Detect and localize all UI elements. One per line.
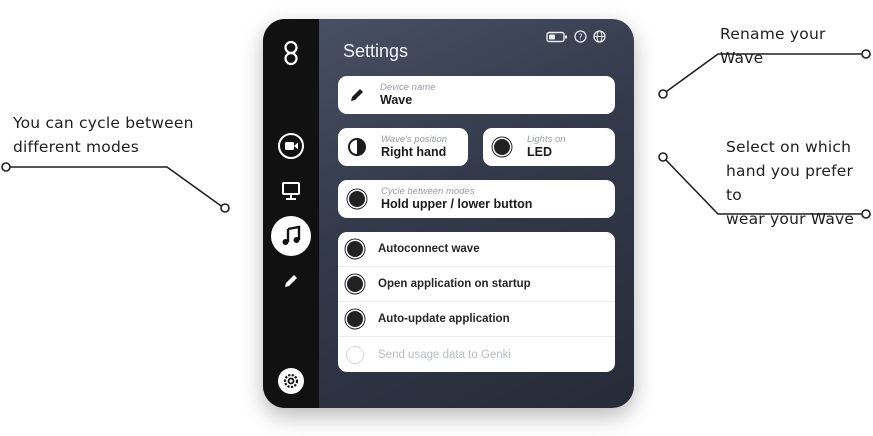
rename-dot-left <box>658 89 668 99</box>
wave-position-selector[interactable]: Wave's position Right hand <box>338 128 468 166</box>
settings-window: Settings ? Device name Wave Wave's posit… <box>263 19 634 408</box>
device-name-text: Device name Wave <box>380 82 435 108</box>
cycle-modes-connector <box>6 166 225 209</box>
status-icons: ? <box>546 30 606 43</box>
globe-icon[interactable] <box>593 30 606 43</box>
option-open-on-startup[interactable]: Open application on startup <box>338 267 615 302</box>
cycle-modes-dot-left <box>1 162 11 172</box>
option-label: Auto-update application <box>378 313 510 325</box>
radio-dot-icon <box>494 139 510 155</box>
cycle-modes-value: Hold upper / lower button <box>381 197 533 211</box>
cycle-modes-dot-right <box>220 203 230 213</box>
device-name-value: Wave <box>380 93 413 107</box>
radio-dot-icon <box>349 191 365 207</box>
option-auto-update[interactable]: Auto-update application <box>338 302 615 337</box>
help-icon[interactable]: ? <box>574 30 587 43</box>
gear-icon[interactable] <box>271 361 311 401</box>
checkbox-checked[interactable] <box>347 276 363 292</box>
logo-icon[interactable] <box>271 33 311 73</box>
options-list: Autoconnect wave Open application on sta… <box>338 232 615 372</box>
wave-position-text: Wave's position Right hand <box>381 134 447 160</box>
battery-icon <box>546 31 567 42</box>
option-label: Open application on startup <box>378 278 531 290</box>
monitor-icon[interactable] <box>271 171 311 211</box>
option-autoconnect[interactable]: Autoconnect wave <box>338 232 615 267</box>
sidebar <box>263 19 319 408</box>
cycle-modes-selector[interactable]: Cycle between modes Hold upper / lower b… <box>338 180 615 218</box>
lights-text: Lights on LED <box>527 134 566 160</box>
hand-callout-line1: Select on which <box>726 138 852 156</box>
option-label: Autoconnect wave <box>378 243 480 255</box>
rename-callout: Rename your Wave <box>720 22 873 70</box>
cycle-modes-text: Cycle between modes Hold upper / lower b… <box>381 186 532 212</box>
hand-callout: Select on which hand you prefer to wear … <box>726 135 873 231</box>
checkbox-checked[interactable] <box>347 311 363 327</box>
wave-position-value: Right hand <box>381 145 447 159</box>
rename-callout-line1: Rename your Wave <box>720 25 826 67</box>
cycle-modes-callout-line1: You can cycle between <box>13 114 194 132</box>
hand-dot-left <box>658 152 668 162</box>
cycle-modes-callout-line2: different modes <box>13 138 140 156</box>
checkbox-checked[interactable] <box>347 241 363 257</box>
device-name-label: Device name <box>380 82 436 93</box>
music-note-icon[interactable] <box>271 216 311 256</box>
wave-position-label: Wave's position <box>381 134 448 145</box>
option-label: Send usage data to Genki <box>378 348 511 361</box>
lights-value: LED <box>527 145 552 159</box>
cycle-modes-callout: You can cycle between different modes <box>13 111 194 159</box>
lights-selector[interactable]: Lights on LED <box>483 128 615 166</box>
video-camera-icon[interactable] <box>271 126 311 166</box>
pencil-icon <box>351 89 363 101</box>
option-usage-data[interactable]: Send usage data to Genki <box>338 337 615 372</box>
hand-callout-line3: wear your Wave <box>726 210 855 228</box>
lights-label: Lights on <box>527 134 566 145</box>
half-circle-icon <box>348 138 366 156</box>
cycle-modes-label: Cycle between modes <box>381 186 475 197</box>
hand-callout-line2: hand you prefer to <box>726 162 854 204</box>
pencil-icon[interactable] <box>271 261 311 301</box>
svg-text:?: ? <box>578 32 582 41</box>
checkbox-unchecked[interactable] <box>347 346 363 363</box>
device-name-field[interactable]: Device name Wave <box>338 76 615 114</box>
page-title: Settings <box>343 41 409 61</box>
